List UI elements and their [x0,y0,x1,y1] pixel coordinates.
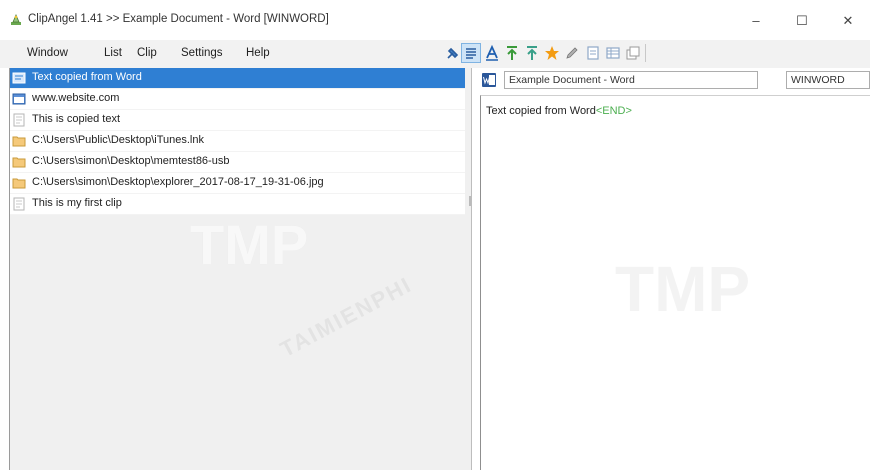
clip-text: This is my first clip [32,197,122,209]
list-item[interactable]: Text copied from Word [10,68,465,89]
word-clip-icon [12,71,26,85]
clip-list: Text copied from Word www.website.com Th… [10,68,465,215]
list-item[interactable]: www.website.com [10,89,465,110]
clip-text-viewer[interactable]: Text copied from Word<END> [480,95,870,470]
edit-pencil-icon[interactable] [562,43,582,63]
clip-content-text: Text copied from Word [486,105,596,117]
menu-window[interactable]: Window [27,47,68,59]
text-clip-icon [12,113,26,127]
clipangel-app-icon [9,13,23,27]
clip-text: C:\Users\Public\Desktop\iTunes.lnk [32,134,204,146]
url-clip-icon [12,92,26,106]
table-icon[interactable] [603,43,623,63]
list-item[interactable]: C:\Users\Public\Desktop\iTunes.lnk [10,131,465,152]
close-button[interactable]: ✕ [828,8,868,34]
list-item[interactable]: C:\Users\simon\Desktop\memtest86-usb [10,152,465,173]
text-clip-icon [12,197,26,211]
clip-text: This is copied text [32,113,121,125]
clip-preview-icon[interactable] [583,43,603,63]
window-title: ClipAngel 1.41 >> Example Document - Wor… [28,13,329,25]
copy-icon[interactable] [623,43,643,63]
end-marker: <END> [595,105,632,117]
wrap-text-icon[interactable] [461,43,481,63]
pin-icon[interactable] [443,43,463,63]
clip-preview-pane: Example Document - Word WINWORD Text cop… [480,68,870,470]
clip-text: Text copied from Word [32,71,142,83]
clip-text: www.website.com [32,92,120,104]
list-item[interactable]: C:\Users\simon\Desktop\explorer_2017-08-… [10,173,465,194]
file-clip-icon [12,155,26,169]
move-up-icon[interactable] [522,43,542,63]
clip-text: C:\Users\simon\Desktop\memtest86-usb [32,155,230,167]
clip-content: Text copied from Word<END> [486,105,632,117]
text-format-icon[interactable] [482,43,502,63]
menu-help[interactable]: Help [246,47,270,59]
menu-clip[interactable]: Clip [137,47,157,59]
list-item[interactable]: This is my first clip [10,194,465,215]
file-clip-icon [12,176,26,190]
title-bar: ClipAngel 1.41 >> Example Document - Wor… [0,0,870,40]
splitter-grip[interactable] [469,196,471,206]
clip-list-pane: Text copied from Word www.website.com Th… [9,68,472,470]
list-item[interactable]: This is copied text [10,110,465,131]
minimize-button[interactable]: – [736,8,776,34]
toolbar-separator [645,44,646,62]
source-window-field[interactable]: Example Document - Word [504,71,758,89]
source-process-field[interactable]: WINWORD [786,71,870,89]
menu-settings[interactable]: Settings [181,47,223,59]
file-clip-icon [12,134,26,148]
clip-text: C:\Users\simon\Desktop\explorer_2017-08-… [32,176,324,188]
move-top-icon[interactable] [502,43,522,63]
menu-list[interactable]: List [104,47,122,59]
maximize-button[interactable]: ☐ [782,8,822,34]
word-document-icon [481,72,497,88]
menu-bar: Window List Clip Settings Help [0,40,870,68]
favorite-star-icon[interactable] [542,43,562,63]
